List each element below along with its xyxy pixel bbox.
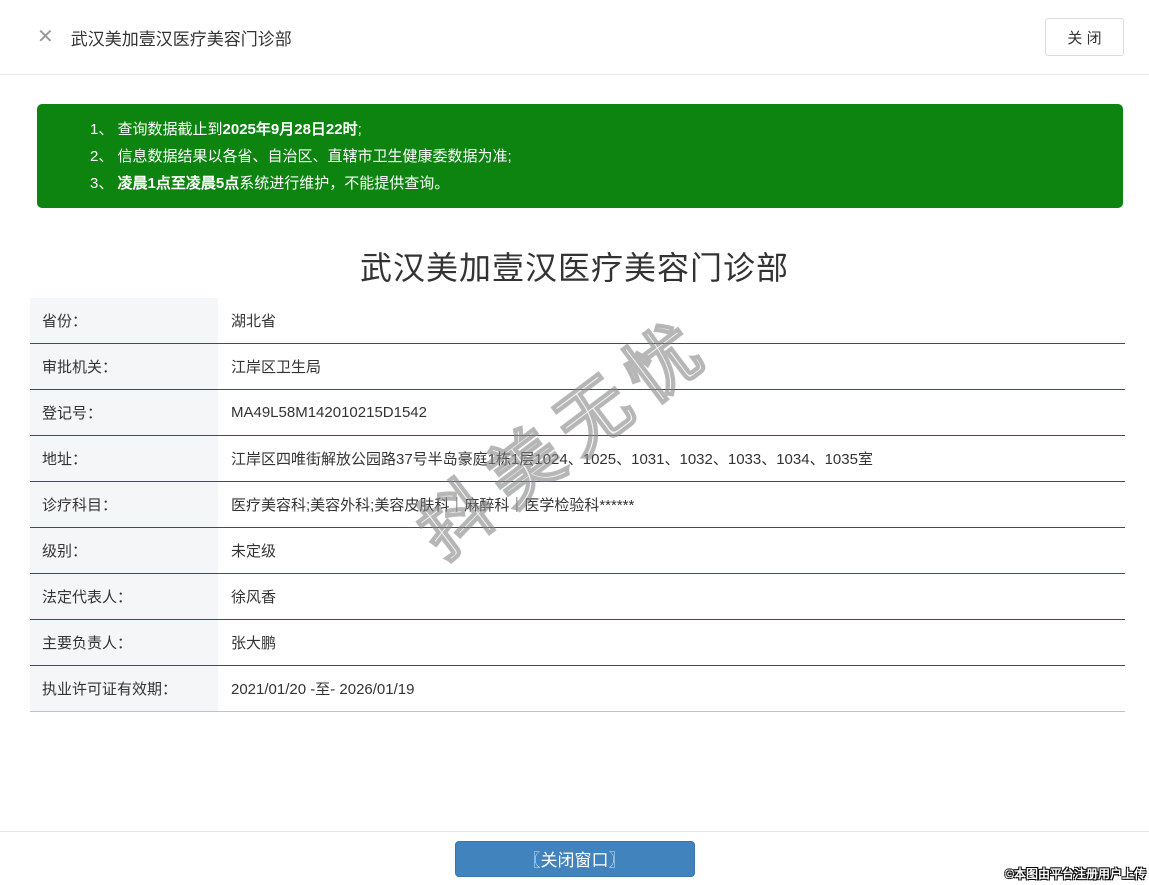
- row-value: 未定级: [231, 543, 277, 560]
- table-row: 省份： 湖北省: [30, 298, 1125, 344]
- row-value: 湖北省: [231, 313, 277, 330]
- row-label: 执业许可证有效期：: [30, 666, 218, 711]
- row-label: 登记号：: [30, 390, 218, 435]
- table-row: 法定代表人： 徐风香: [30, 574, 1125, 620]
- modal-header: ✕ 武汉美加壹汉医疗美容门诊部 关 闭: [0, 0, 1149, 75]
- table-row: 诊疗科目： 医疗美容科;美容外科;美容皮肤科｜麻醉科｜医学检验科******: [30, 482, 1125, 528]
- row-value: 徐风香: [231, 589, 277, 606]
- institution-title: 武汉美加壹汉医疗美容门诊部: [359, 250, 789, 286]
- close-button[interactable]: 关 闭: [1045, 18, 1124, 56]
- row-label: 级别：: [30, 528, 218, 573]
- row-value: 江岸区四唯街解放公园路37号半岛豪庭1栋1层1024、1025、1031、103…: [231, 451, 873, 468]
- row-value: 张大鹏: [231, 635, 277, 652]
- notice-line: 2、 信息数据结果以各省、自治区、直辖市卫生健康委数据为准;: [90, 148, 512, 165]
- modal-title: 武汉美加壹汉医疗美容门诊部: [70, 29, 292, 49]
- row-label: 审批机关：: [30, 344, 218, 389]
- row-label: 地址：: [30, 436, 218, 481]
- table-row: 级别： 未定级: [30, 528, 1125, 574]
- row-value: 江岸区卫生局: [231, 359, 322, 376]
- table-row: 登记号： MA49L58M142010215D1542: [30, 390, 1125, 436]
- table-row: 主要负责人： 张大鹏: [30, 620, 1125, 666]
- table-row: 地址： 江岸区四唯街解放公园路37号半岛豪庭1栋1层1024、1025、1031…: [30, 436, 1125, 482]
- row-value: 医疗美容科;美容外科;美容皮肤科｜麻醉科｜医学检验科******: [231, 497, 635, 514]
- upload-credit: ©本图由平台注册用户上传: [1005, 867, 1146, 881]
- info-table: 省份： 湖北省 审批机关： 江岸区卫生局 登记号： MA49L58M142010…: [30, 298, 1125, 712]
- table-row: 审批机关： 江岸区卫生局: [30, 344, 1125, 390]
- row-label: 法定代表人：: [30, 574, 218, 619]
- row-label: 诊疗科目：: [30, 482, 218, 527]
- row-value: MA49L58M142010215D1542: [231, 404, 427, 421]
- notice-line: 1、 查询数据截止到2025年9月28日22时;: [90, 121, 362, 138]
- close-window-button[interactable]: 〖关闭窗口〗: [454, 840, 695, 877]
- close-x-icon[interactable]: ✕: [37, 27, 54, 47]
- table-row: 执业许可证有效期： 2021/01/20 -至- 2026/01/19: [30, 666, 1125, 712]
- row-value: 2021/01/20 -至- 2026/01/19: [231, 681, 415, 698]
- notice-line: 3、 凌晨1点至凌晨5点系统进行维护，不能提供查询。: [90, 175, 450, 192]
- modal-footer: 〖关闭窗口〗: [0, 831, 1149, 885]
- row-label: 省份：: [30, 298, 218, 343]
- notice-banner: 1、 查询数据截止到2025年9月28日22时; 2、 信息数据结果以各省、自治区…: [37, 104, 1123, 208]
- row-label: 主要负责人：: [30, 620, 218, 665]
